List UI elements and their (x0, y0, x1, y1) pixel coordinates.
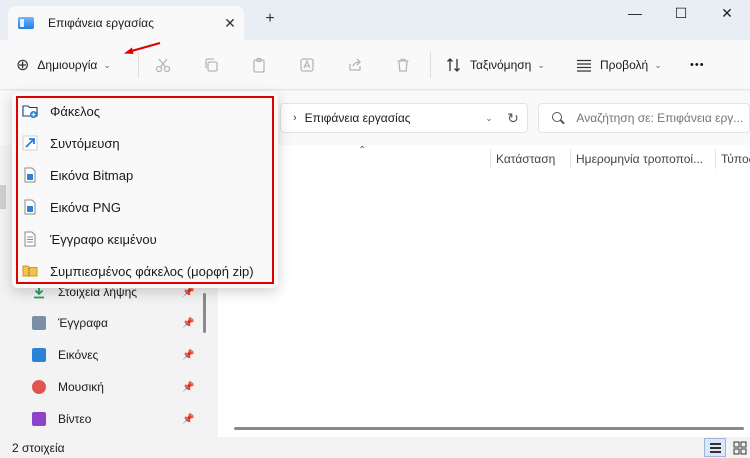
sidebar-item-documents[interactable]: Έγγραφα 📌 (32, 312, 202, 334)
sidebar-item-label: Βίντεο (58, 412, 92, 426)
refresh-button[interactable]: ↻ (499, 110, 527, 127)
sort-button[interactable]: Ταξινόμηση ⌄ (446, 40, 545, 90)
title-bar: Επιφάνεια εργασίας ✕ + — ☐ ✕ (0, 0, 750, 40)
address-text: Επιφάνεια εργασίας (304, 111, 411, 125)
documents-icon (32, 316, 46, 330)
search-input[interactable] (576, 111, 749, 125)
chevron-down-icon: ⌄ (103, 59, 111, 70)
sidebar-item-label: Έγγραφα (58, 316, 108, 330)
command-bar: ⊕ Δημιουργία ⌄ Ταξινόμηση ⌄ Προβολή ⌄ ••… (0, 40, 750, 90)
plus-circle-icon: ⊕ (16, 57, 30, 74)
new-button-label: Δημιουργία (37, 58, 98, 72)
share-icon[interactable] (344, 54, 366, 76)
rename-icon[interactable] (296, 54, 318, 76)
maximize-button[interactable]: ☐ (658, 0, 704, 26)
tab-title: Επιφάνεια εργασίας (48, 16, 154, 30)
column-header-status[interactable]: Κατάσταση (490, 147, 570, 171)
sidebar-item-label: Μουσική (58, 380, 104, 394)
details-view-icon[interactable] (704, 438, 726, 457)
sidebar-scrollbar[interactable] (203, 293, 206, 333)
column-header-date-modified[interactable]: Ημερομηνία τροποποί... (570, 147, 715, 171)
separator (430, 52, 431, 78)
tab-close-button[interactable]: ✕ (216, 15, 244, 32)
copy-icon[interactable] (200, 54, 222, 76)
chevron-down-icon: ⌄ (537, 59, 545, 70)
sidebar-selection-marker (0, 185, 6, 209)
pin-icon[interactable]: 📌 (182, 318, 194, 329)
status-bar: 2 στοιχεία (0, 437, 750, 458)
paste-icon[interactable] (248, 54, 270, 76)
pin-icon[interactable]: 📌 (182, 414, 194, 425)
address-bar[interactable]: › Επιφάνεια εργασίας ⌄ ↻ (280, 103, 528, 133)
item-count: 2 στοιχεία (12, 441, 65, 455)
horizontal-scrollbar[interactable] (234, 427, 744, 430)
new-button[interactable]: ⊕ Δημιουργία ⌄ (16, 40, 111, 90)
sort-icon (447, 58, 460, 72)
address-dropdown-button[interactable]: ⌄ (479, 113, 499, 124)
cut-icon[interactable] (152, 54, 174, 76)
annotation-arrow (124, 42, 161, 54)
videos-icon (32, 412, 46, 426)
delete-icon[interactable] (392, 54, 414, 76)
pin-icon[interactable]: 📌 (182, 382, 194, 393)
chevron-right-icon: › (293, 112, 297, 124)
sidebar-item-label: Εικόνες (58, 348, 99, 362)
view-button-label: Προβολή (600, 58, 649, 72)
search-icon (551, 111, 564, 125)
music-icon (32, 380, 46, 394)
tiles-view-icon[interactable] (730, 438, 750, 457)
column-header-type[interactable]: Τύπος (715, 147, 750, 171)
sort-ascending-icon: ⌃ (358, 145, 367, 156)
sort-button-label: Ταξινόμηση (470, 58, 532, 72)
highlight-outline (16, 96, 274, 284)
pin-icon[interactable]: 📌 (182, 350, 194, 361)
file-list: ⌃ Κατάσταση Ημερομηνία τροποποί... Τύπος (218, 145, 750, 437)
pin-icon[interactable]: 📌 (182, 287, 194, 298)
search-box[interactable] (538, 103, 750, 133)
tab-desktop[interactable]: Επιφάνεια εργασίας ✕ (8, 6, 244, 40)
view-icon (577, 59, 591, 72)
sidebar-item-pictures[interactable]: Εικόνες 📌 (32, 344, 202, 366)
close-button[interactable]: ✕ (704, 0, 750, 26)
new-tab-button[interactable]: + (258, 10, 282, 28)
sidebar-item-videos[interactable]: Βίντεο 📌 (32, 408, 202, 430)
desktop-icon (18, 17, 34, 29)
minimize-button[interactable]: — (612, 0, 658, 26)
pictures-icon (32, 348, 46, 362)
chevron-down-icon: ⌄ (654, 59, 662, 70)
view-button[interactable]: Προβολή ⌄ (576, 40, 662, 90)
more-options-button[interactable]: ••• (690, 40, 705, 90)
sidebar-item-music[interactable]: Μουσική 📌 (32, 376, 202, 398)
